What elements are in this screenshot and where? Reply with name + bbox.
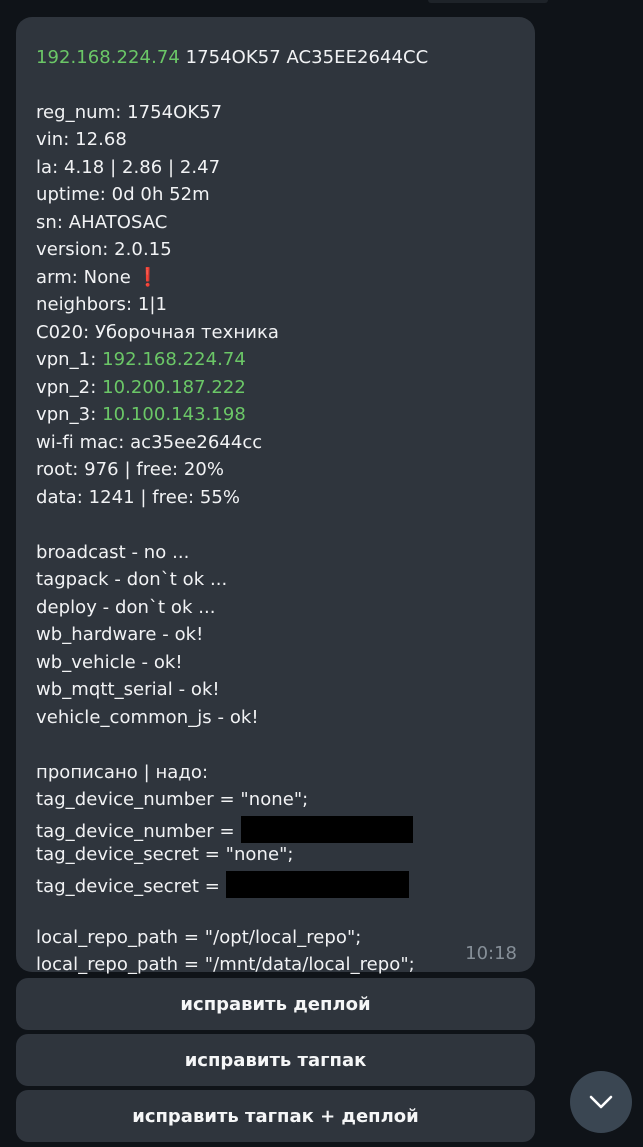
c020-line: С020: Уборочная техника bbox=[36, 322, 279, 343]
message-time: 10:18 bbox=[465, 943, 517, 964]
wb-hardware-line: wb_hardware - ok! bbox=[36, 624, 204, 645]
vpn-2-line: vpn_2: 10.200.187.222 bbox=[36, 376, 246, 400]
message-header: 192.168.224.74 1754OK57 AC35EE2644CC bbox=[36, 46, 428, 70]
wb-vehicle-line: wb_vehicle - ok! bbox=[36, 652, 183, 673]
tagpack-line: tagpack - don`t ok ... bbox=[36, 569, 228, 590]
version-line: version: 2.0.15 bbox=[36, 239, 172, 260]
reg-num-line: reg_num: 1754OK57 bbox=[36, 102, 223, 123]
fix-tagpack-deploy-button[interactable]: исправить тагпак + деплой bbox=[16, 1090, 535, 1142]
broadcast-line: broadcast - no ... bbox=[36, 542, 190, 563]
uptime-line: uptime: 0d 0h 52m bbox=[36, 184, 210, 205]
vpn-3-label: vpn_3: bbox=[36, 404, 103, 425]
fix-tagpack-button[interactable]: исправить тагпак bbox=[16, 1034, 535, 1086]
vpn-1-line: vpn_1: 192.168.224.74 bbox=[36, 348, 246, 372]
tag-number-current: tag_device_number = "none"; bbox=[36, 789, 309, 810]
vpn-1-label: vpn_1: bbox=[36, 349, 103, 370]
fix-deploy-button[interactable]: исправить деплой bbox=[16, 978, 535, 1030]
data-line: data: 1241 | free: 55% bbox=[36, 487, 241, 508]
tag-secret-label: tag_device_secret = bbox=[36, 876, 220, 897]
arm-text: arm: None bbox=[36, 267, 131, 288]
arm-line: arm: None ❗ bbox=[36, 266, 159, 290]
propisano-line: прописано | надо: bbox=[36, 762, 209, 783]
vpn-2-ip[interactable]: 10.200.187.222 bbox=[102, 377, 246, 398]
exclamation-icon: ❗ bbox=[136, 267, 160, 288]
vpn-3-line: vpn_3: 10.100.143.198 bbox=[36, 403, 246, 427]
chat-screen: 192.168.224.74 1754OK57 AC35EE2644CC reg… bbox=[0, 0, 643, 1147]
message-bubble[interactable]: 192.168.224.74 1754OK57 AC35EE2644CC reg… bbox=[16, 17, 535, 975]
chevron-down-icon bbox=[589, 1095, 613, 1109]
sn-line: sn: AHATOSAC bbox=[36, 212, 168, 233]
wifi-mac-line: wi-fi mac: ac35ee2644cc bbox=[36, 432, 263, 453]
vpn-2-label: vpn_2: bbox=[36, 377, 103, 398]
deploy-line: deploy - don`t ok ... bbox=[36, 597, 216, 618]
tag-secret-required: tag_device_secret = bbox=[36, 871, 409, 899]
tag-number-required: tag_device_number = bbox=[36, 816, 413, 844]
repo-path-required: local_repo_path = "/mnt/data/local_repo"… bbox=[36, 954, 415, 975]
scroll-down-button[interactable] bbox=[570, 1071, 632, 1133]
previous-message-edge bbox=[428, 0, 548, 3]
la-line: la: 4.18 | 2.86 | 2.47 bbox=[36, 157, 221, 178]
redacted-block bbox=[240, 816, 413, 843]
tag-secret-current: tag_device_secret = "none"; bbox=[36, 844, 294, 865]
wb-mqtt-serial-line: wb_mqtt_serial - ok! bbox=[36, 679, 220, 700]
header-ip[interactable]: 192.168.224.74 bbox=[36, 47, 180, 68]
tag-number-label: tag_device_number = bbox=[36, 821, 235, 842]
vpn-1-ip[interactable]: 192.168.224.74 bbox=[102, 349, 246, 370]
header-text: 1754OK57 AC35EE2644CC bbox=[179, 47, 429, 68]
redacted-block bbox=[225, 871, 409, 898]
neighbors-line: neighbors: 1|1 bbox=[36, 294, 167, 315]
root-line: root: 976 | free: 20% bbox=[36, 459, 225, 480]
vpn-3-ip[interactable]: 10.100.143.198 bbox=[102, 404, 246, 425]
vehicle-common-js-line: vehicle_common_js - ok! bbox=[36, 707, 259, 728]
vin-line: vin: 12.68 bbox=[36, 129, 127, 150]
repo-path-current: local_repo_path = "/opt/local_repo"; bbox=[36, 927, 362, 948]
